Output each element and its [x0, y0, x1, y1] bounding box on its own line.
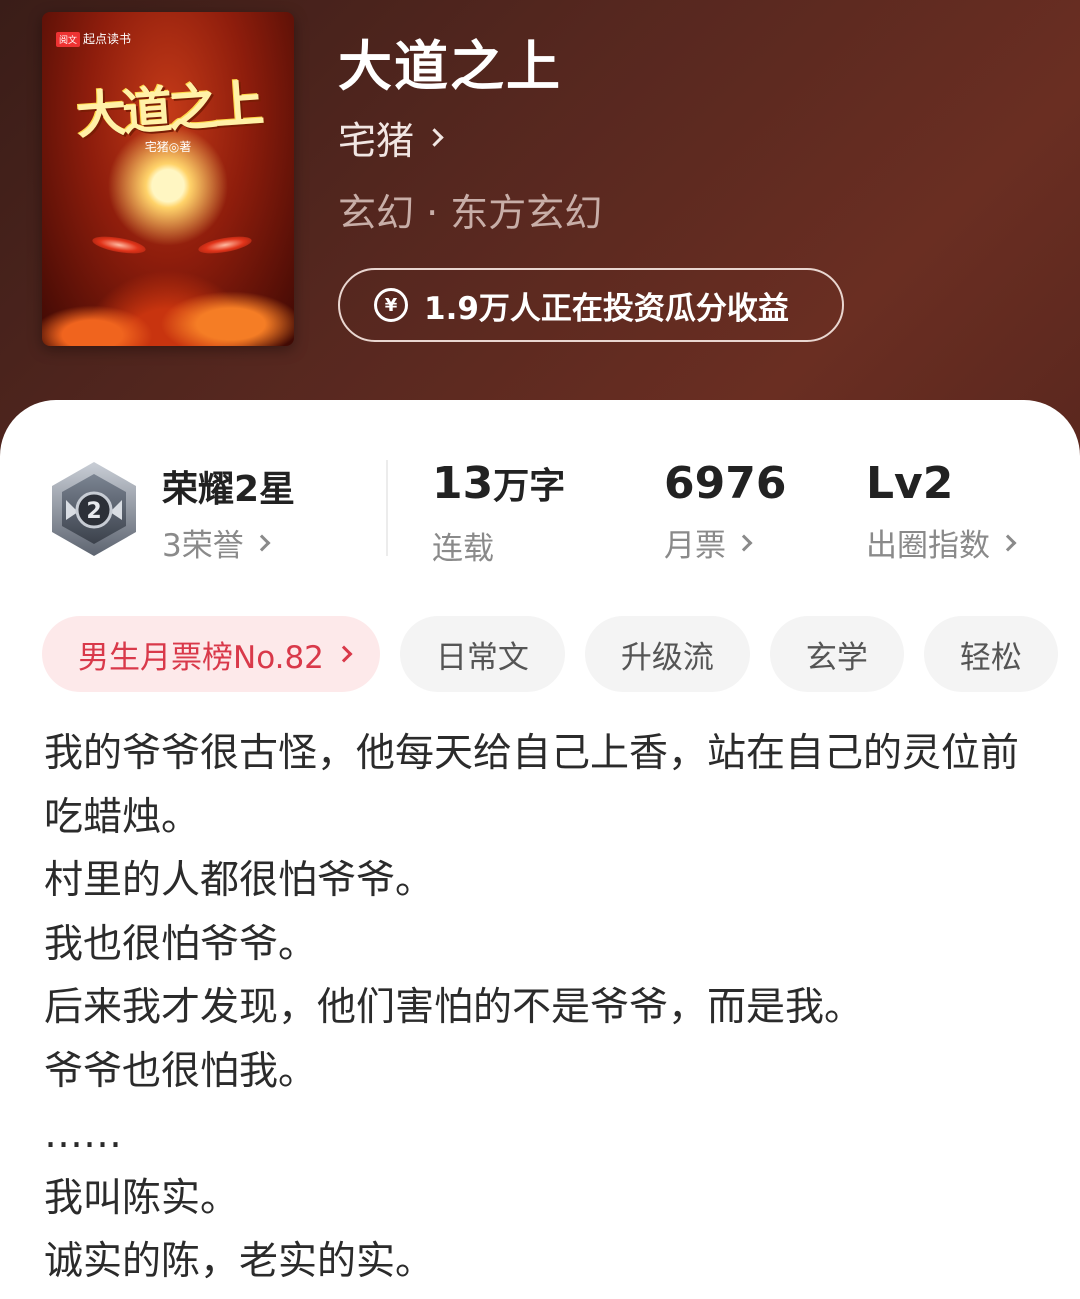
rank-tag[interactable]: 男生月票榜No.82 [42, 616, 380, 692]
invest-button[interactable]: ¥ 1.9万人正在投资瓜分收益 [338, 268, 844, 342]
book-detail-card: 2 荣耀2星 3荣誉 13万字 连载 6976 月票 Lv2 出圈指数 男生月票… [0, 400, 1080, 1299]
chevron-right-icon [999, 534, 1017, 551]
honor-count-link[interactable]: 3荣誉 [162, 520, 271, 565]
word-count-unit: 万字 [493, 466, 566, 507]
popularity-level-value: Lv2 [866, 458, 954, 509]
synopsis-line: 村里的人都很怕爷爷。 [44, 858, 435, 903]
synopsis-line: 我叫陈实。 [44, 1175, 240, 1221]
cover-clouds-art [42, 236, 294, 346]
stats-row: 2 荣耀2星 3荣誉 13万字 连载 6976 月票 Lv2 出圈指数 [0, 458, 1080, 568]
synopsis-line: 我也很怕爷爷。 [44, 921, 318, 967]
word-count-value: 13 [432, 458, 494, 509]
honor-medal-icon[interactable]: 2 [48, 460, 140, 558]
invest-label: 1.9万人正在投资瓜分收益 [424, 290, 789, 327]
synopsis-line: …… [44, 1112, 122, 1157]
author-name: 宅猪 [338, 119, 415, 163]
honor-title: 荣耀2星 [162, 469, 296, 510]
book-title: 大道之上 [338, 35, 562, 98]
chevron-right-icon [735, 534, 753, 551]
synopsis-line: 后来我才发现，他们害怕的不是爷爷，而是我。 [44, 985, 864, 1030]
tag-chip[interactable]: 升级流 [584, 616, 750, 692]
synopsis-line: 爷爷也很怕我。 [44, 1048, 318, 1094]
chevron-right-icon [253, 534, 271, 551]
yen-coin-icon: ¥ [374, 288, 408, 322]
tag-chip[interactable]: 玄学 [769, 616, 904, 692]
book-synopsis: 我的爷爷很古怪，他每天给自己上香，站在自己的灵位前吃蜡烛。 村里的人都很怕爷爷。… [44, 722, 1034, 1294]
cover-publisher-name: 起点读书 [83, 32, 132, 46]
monthly-ticket-stat[interactable]: 6976 月票 [664, 458, 786, 565]
book-cover[interactable]: 阅文 起点读书 大道之上 宅猪◎著 [42, 12, 294, 346]
cover-publisher: 阅文 起点读书 [56, 30, 131, 47]
medal-number: 2 [86, 499, 101, 524]
rank-tag-label: 男生月票榜No.82 [78, 639, 324, 676]
synopsis-line: 诚实的陈，老实的实。 [44, 1239, 435, 1284]
stats-divider [386, 460, 388, 556]
chevron-right-icon [335, 645, 353, 663]
tag-chip[interactable]: 日常文 [399, 616, 565, 692]
cover-publisher-badge: 阅文 [56, 32, 81, 47]
serial-status: 连载 [432, 531, 494, 567]
tag-chip[interactable]: 轻松 [923, 616, 1058, 692]
monthly-ticket-label: 月票 [664, 528, 726, 564]
cover-author: 宅猪◎著 [144, 140, 192, 154]
chevron-right-icon [425, 128, 444, 147]
monthly-ticket-value: 6976 [664, 458, 787, 509]
tag-row: 男生月票榜No.82 日常文 升级流 玄学 轻松 [42, 616, 1058, 696]
book-genre: 玄幻 · 东方玄幻 [338, 191, 603, 235]
honor-count: 3荣誉 [162, 528, 244, 564]
popularity-index-label: 出圈指数 [866, 528, 990, 564]
synopsis-line: 我的爷爷很古怪，他每天给自己上香，站在自己的灵位前吃蜡烛。 [44, 731, 1020, 840]
word-count-stat: 13万字 连载 [432, 458, 565, 568]
author-link[interactable]: 宅猪 [338, 110, 444, 165]
popularity-index-stat[interactable]: Lv2 出圈指数 [866, 458, 1017, 565]
